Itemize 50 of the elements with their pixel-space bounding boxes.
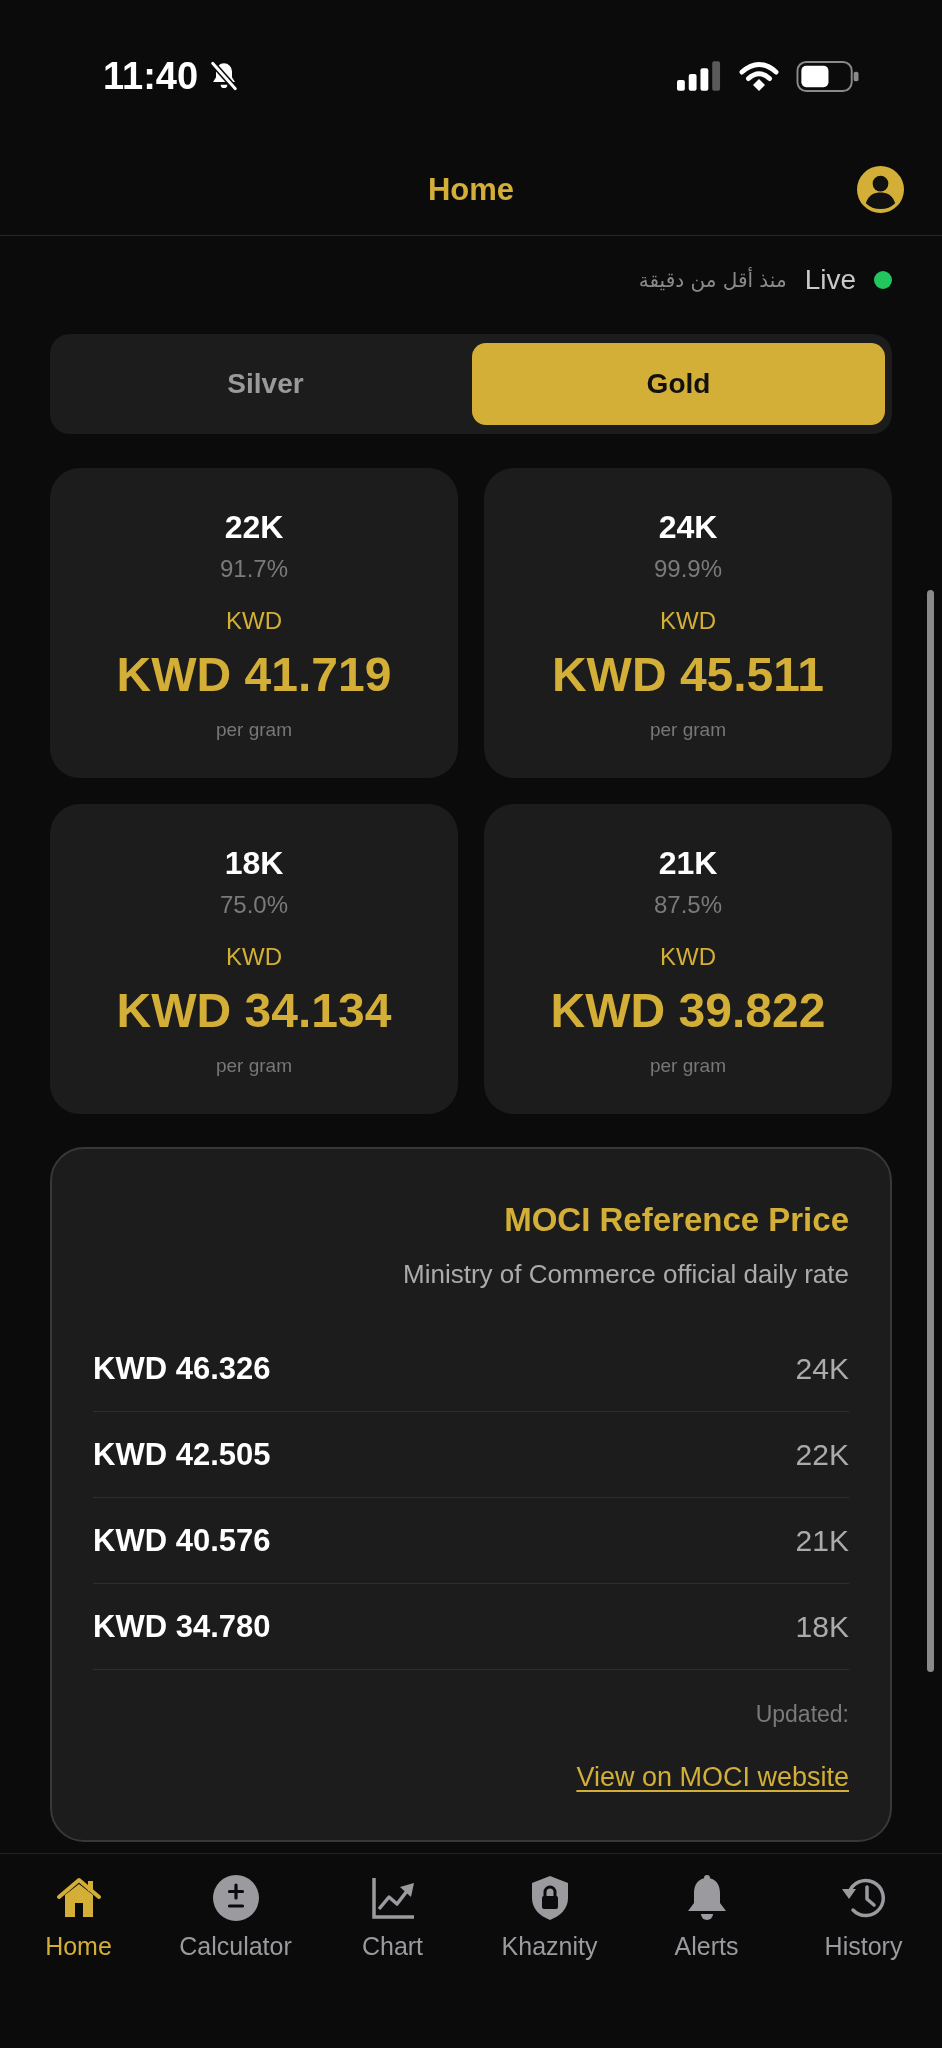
reference-price: KWD 40.576 <box>93 1521 271 1560</box>
battery-icon <box>796 60 859 92</box>
updated-label: Updated: <box>755 1700 849 1728</box>
reference-price: KWD 34.780 <box>93 1607 271 1646</box>
tab-bar-item[interactable]: Home <box>0 1854 157 1961</box>
currency-label: KWD <box>660 942 716 972</box>
purity-text: 99.9% <box>653 554 723 584</box>
tab-bar-item[interactable]: Chart <box>314 1854 471 1961</box>
status-time: 11:40 <box>103 54 199 98</box>
metal-tab[interactable]: Silver <box>59 343 472 425</box>
tab-bar-item[interactable]: Alerts <box>628 1854 785 1961</box>
karat-label: 22K <box>224 508 284 547</box>
metal-tab[interactable]: Gold <box>472 343 885 425</box>
last-updated-text: منذ أقل من دقيقة <box>638 266 787 294</box>
currency-label: KWD <box>660 606 716 636</box>
live-label: Live <box>804 263 856 297</box>
currency-label: KWD <box>226 942 282 972</box>
card-subtitle: Ministry of Commerce official daily rate <box>403 1258 849 1291</box>
karat-label: 24K <box>658 508 718 547</box>
price-value: KWD 45.511 <box>551 647 825 703</box>
purity-text: 87.5% <box>653 890 723 920</box>
screen-title: Home <box>427 170 515 209</box>
price-value: KWD 41.719 <box>116 647 392 703</box>
tab-bar-item[interactable]: Calculator <box>157 1854 314 1961</box>
tab-bar-item[interactable]: History <box>785 1854 942 1961</box>
price-value: KWD 39.822 <box>550 983 826 1039</box>
unit-label: per gram <box>650 718 726 742</box>
tab-bar-item[interactable]: Khaznity <box>471 1854 628 1961</box>
reference-price: KWD 42.505 <box>93 1435 271 1474</box>
karat-label: 18K <box>795 1608 849 1645</box>
reference-price: KWD 46.326 <box>93 1349 271 1388</box>
karat-label: 24K <box>795 1350 849 1387</box>
karat-label: 21K <box>658 844 718 883</box>
currency-label: KWD <box>226 606 282 636</box>
website-link[interactable]: View on MOCI website <box>576 1760 849 1794</box>
plus-minus-icon <box>211 1874 260 1922</box>
karat-label: 22K <box>795 1436 849 1473</box>
live-status-icon <box>874 271 892 289</box>
purity-text: 91.7% <box>219 554 289 584</box>
card-title: MOCI Reference Price <box>504 1200 849 1240</box>
karat-label: 18K <box>224 844 284 883</box>
price-value: KWD 34.134 <box>116 983 392 1039</box>
unit-label: per gram <box>650 1054 726 1078</box>
karat-label: 21K <box>795 1522 849 1559</box>
signal-icon <box>677 61 722 91</box>
purity-text: 75.0% <box>219 890 289 920</box>
unit-label: per gram <box>216 718 292 742</box>
wifi-icon <box>739 61 779 91</box>
unit-label: per gram <box>216 1054 292 1078</box>
account-icon[interactable] <box>857 166 904 213</box>
